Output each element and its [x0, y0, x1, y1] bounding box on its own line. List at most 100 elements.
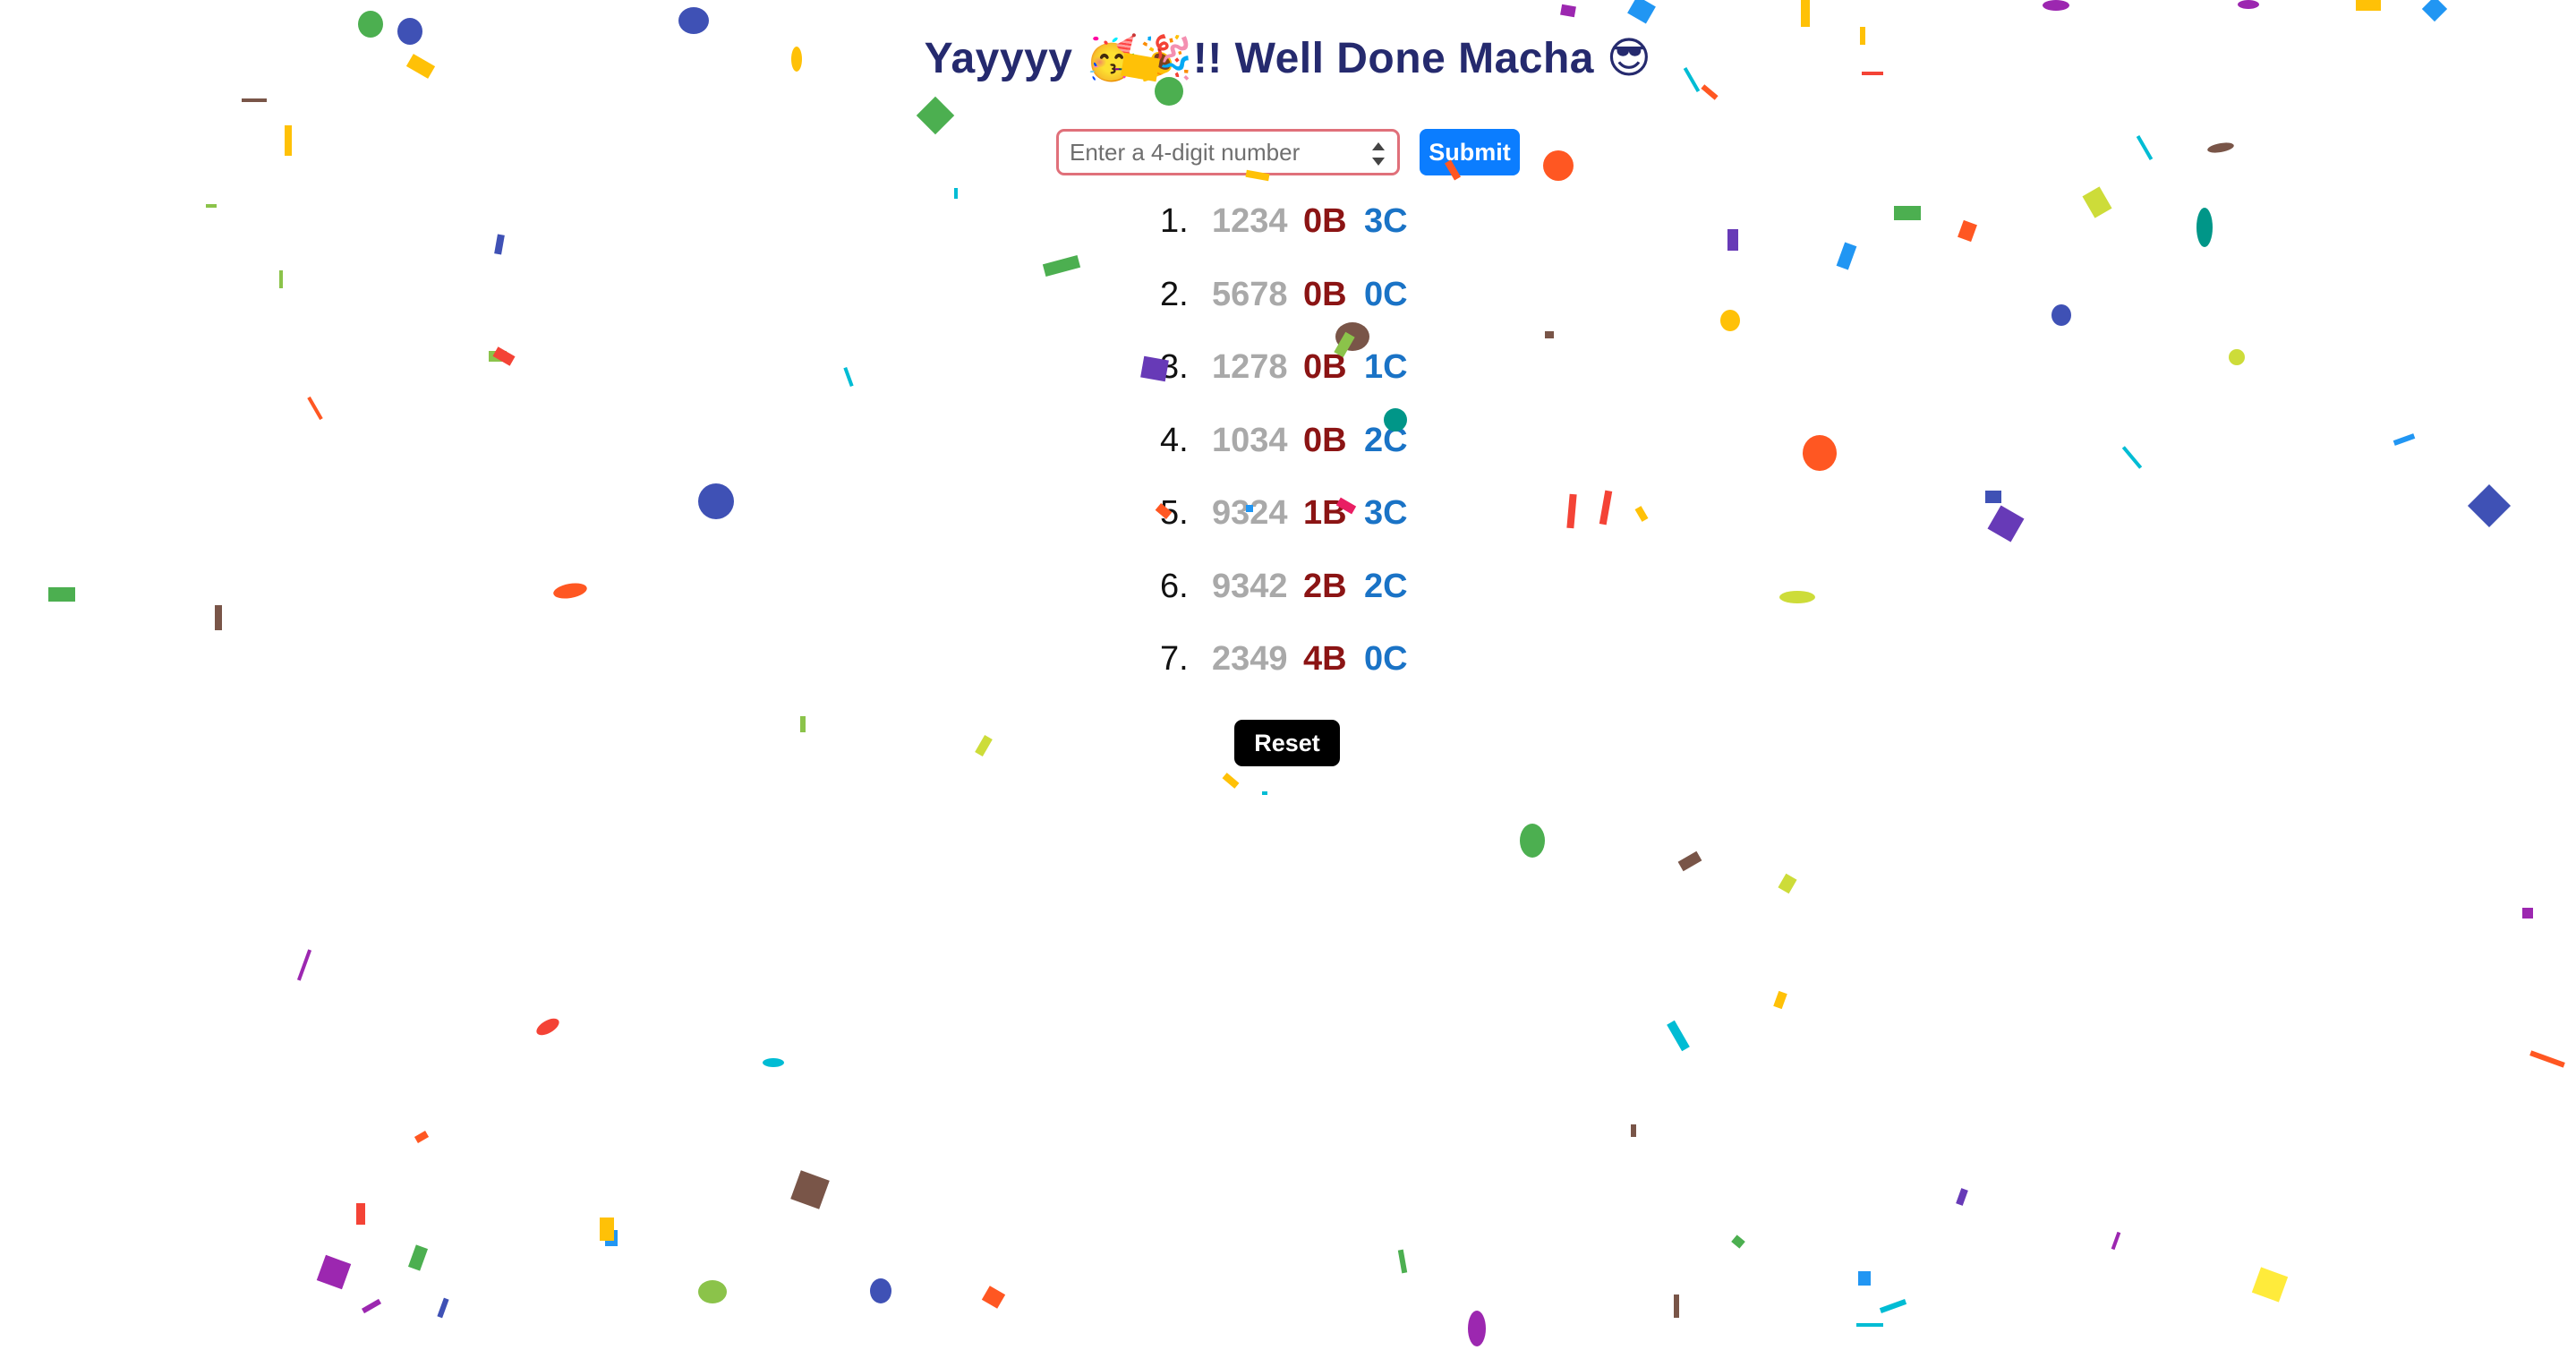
confetti-piece [800, 716, 806, 732]
confetti-piece [2043, 0, 2069, 11]
guess-index: 6. [1160, 567, 1189, 605]
confetti-piece [1956, 1188, 1968, 1206]
confetti-piece [1727, 229, 1738, 251]
confetti-piece [489, 351, 507, 362]
confetti-piece [2522, 908, 2533, 919]
reset-button[interactable]: Reset [1234, 720, 1340, 766]
guess-cows: 0C [1364, 275, 1408, 313]
guess-row: 3. 1278 0B 1C [1160, 348, 1408, 422]
guess-index: 3. [1160, 348, 1189, 386]
confetti-piece [1858, 1271, 1871, 1286]
confetti-piece [279, 270, 283, 288]
confetti-piece [1560, 4, 1576, 18]
confetti-piece [1856, 1323, 1883, 1327]
confetti-piece [1566, 493, 1577, 529]
confetti-piece [48, 587, 75, 602]
guess-cows: 1C [1364, 348, 1408, 386]
number-input[interactable] [1070, 138, 1338, 167]
page: Yayyyy 🥳🎉!! Well Done Macha 😎 Submit 1. … [0, 0, 2576, 1350]
guess-bulls: 0B [1303, 348, 1347, 386]
guess-number: 1234 [1212, 202, 1288, 240]
guess-index: 5. [1160, 494, 1189, 532]
guess-bulls: 0B [1303, 202, 1347, 240]
confetti-piece [2111, 1231, 2121, 1251]
confetti-piece [2251, 1267, 2289, 1303]
page-title: Yayyyy 🥳🎉!! Well Done Macha 😎 [924, 35, 1652, 82]
confetti-piece [1042, 255, 1081, 277]
guess-number: 5678 [1212, 275, 1288, 313]
guess-bulls: 0B [1303, 275, 1347, 313]
confetti-piece [307, 396, 323, 421]
confetti-piece [1879, 1299, 1907, 1313]
guess-form: Submit [1056, 129, 1520, 175]
confetti-piece [1667, 1020, 1690, 1052]
confetti-piece [242, 98, 267, 102]
confetti-piece [533, 1014, 562, 1039]
guess-row: 2. 5678 0B 0C [1160, 276, 1408, 349]
guess-number: 1278 [1212, 348, 1288, 386]
guess-cows: 2C [1364, 567, 1408, 605]
guess-number: 9324 [1212, 494, 1288, 532]
confetti-piece [2082, 186, 2112, 218]
guess-row: 4. 1034 0B 2C [1160, 422, 1408, 495]
confetti-piece [1779, 591, 1815, 603]
confetti-piece [981, 1286, 1006, 1309]
confetti-piece [494, 234, 505, 255]
confetti-piece [1468, 1311, 1486, 1346]
submit-button[interactable]: Submit [1420, 129, 1520, 175]
guess-row: 7. 2349 4B 0C [1160, 640, 1408, 713]
confetti-piece [206, 204, 217, 208]
confetti-piece [492, 346, 516, 366]
confetti-piece [1627, 0, 1656, 24]
confetti-piece [2356, 0, 2381, 11]
confetti-piece [2206, 141, 2235, 155]
guess-bulls: 4B [1303, 640, 1347, 678]
confetti-piece [916, 96, 955, 135]
confetti-piece [1701, 84, 1719, 100]
confetti-piece [1520, 824, 1545, 858]
confetti-piece [356, 1203, 365, 1225]
confetti-piece [2229, 349, 2245, 365]
confetti-piece [316, 1254, 352, 1290]
guess-bulls: 0B [1303, 421, 1347, 459]
confetti-piece [790, 1170, 830, 1209]
confetti-piece [1222, 773, 1240, 789]
guess-bulls: 1B [1303, 494, 1347, 532]
guess-bulls: 2B [1303, 567, 1347, 605]
guess-cows: 2C [1364, 421, 1408, 459]
confetti-piece [2467, 483, 2512, 528]
confetti-piece [600, 1218, 614, 1241]
spinner-up-icon[interactable] [1372, 142, 1385, 150]
confetti-piece [605, 1230, 618, 1246]
guess-index: 2. [1160, 275, 1189, 313]
spinner-down-icon[interactable] [1372, 158, 1385, 166]
confetti-piece [2393, 433, 2416, 446]
confetti-piece [698, 483, 734, 519]
confetti-piece [1674, 1294, 1679, 1318]
guess-list: 1. 1234 0B 3C 2. 5678 0B 0C 3. 1278 0B 1… [1160, 202, 1408, 713]
confetti-piece [407, 1244, 429, 1271]
guess-row: 5. 9324 1B 3C [1160, 494, 1408, 568]
number-spinner-icon[interactable] [1372, 142, 1385, 166]
confetti-piece [1803, 435, 1837, 471]
confetti-piece [2196, 208, 2213, 247]
confetti-piece [1599, 490, 1613, 525]
confetti-piece [2421, 0, 2448, 22]
guess-index: 7. [1160, 640, 1189, 678]
confetti-piece [1778, 873, 1797, 894]
confetti-piece [1773, 990, 1787, 1010]
guess-row: 1. 1234 0B 3C [1160, 202, 1408, 276]
confetti-piece [296, 949, 312, 981]
guess-number: 1034 [1212, 421, 1288, 459]
confetti-piece [1985, 491, 2001, 503]
guess-number: 2349 [1212, 640, 1288, 678]
confetti-piece [698, 1280, 727, 1303]
confetti-piece [1894, 206, 1921, 220]
confetti-piece [954, 188, 958, 199]
confetti-piece [1543, 150, 1574, 181]
confetti-piece [437, 1297, 449, 1319]
guess-cows: 0C [1364, 640, 1408, 678]
confetti-piece [1631, 1124, 1636, 1137]
confetti-piece [414, 1131, 430, 1143]
confetti-piece [2529, 1050, 2565, 1068]
